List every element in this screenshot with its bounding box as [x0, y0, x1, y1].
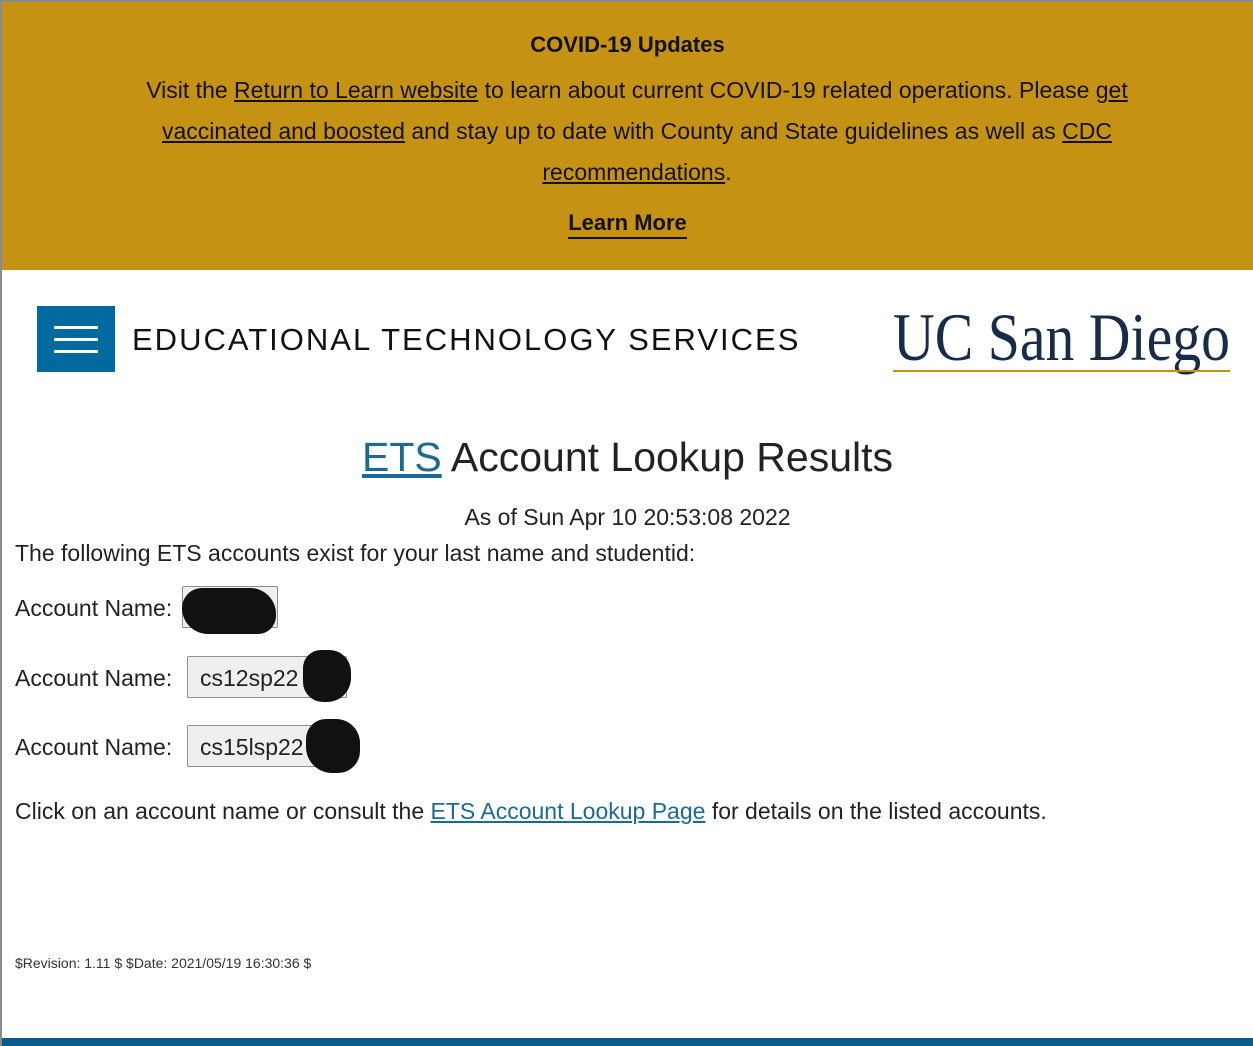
- redaction-mark: [182, 588, 276, 634]
- site-header: EDUCATIONAL TECHNOLOGY SERVICES UC San D…: [2, 270, 1253, 410]
- revision-info: $Revision: 1.11 $ $Date: 2021/05/19 16:3…: [15, 955, 312, 971]
- footer-bar: [2, 1038, 1253, 1046]
- closing-text-part: for details on the listed accounts.: [705, 798, 1047, 824]
- account-row: Account Name: cs12sp22: [15, 650, 375, 702]
- redaction-mark: [306, 719, 360, 773]
- banner-text: Visit the Return to Learn website to lea…: [122, 70, 1152, 193]
- account-value: cs12sp22: [200, 665, 299, 691]
- intro-text: The following ETS accounts exist for you…: [15, 540, 696, 566]
- site-name: EDUCATIONAL TECHNOLOGY SERVICES: [132, 322, 801, 357]
- as-of-timestamp: As of Sun Apr 10 20:53:08 2022: [464, 504, 791, 530]
- closing-text: Click on an account name or consult the …: [15, 798, 1047, 825]
- banner-text-part: Visit the: [146, 77, 235, 103]
- banner-text-part: and stay up to date with County and Stat…: [404, 118, 1063, 144]
- banner-text-part: to learn about current COVID-19 related …: [478, 77, 1096, 103]
- ucsd-logo[interactable]: UC San Diego: [890, 298, 1235, 378]
- logo-text: UC San Diego: [893, 299, 1230, 375]
- account-value: cs15lsp22: [200, 734, 304, 760]
- ets-title-link[interactable]: ETS: [362, 434, 442, 480]
- menu-button[interactable]: [37, 306, 115, 372]
- return-to-learn-link[interactable]: Return to Learn website: [234, 77, 478, 103]
- account-label: Account Name:: [15, 734, 173, 760]
- banner-text-part: .: [725, 159, 732, 185]
- learn-more-link[interactable]: Learn More: [2, 210, 1253, 239]
- redaction-mark: [303, 650, 351, 702]
- account-row: Account Name: cs15lsp22: [15, 719, 375, 773]
- page-title: ETS Account Lookup Results: [2, 434, 1253, 481]
- account-label: Account Name:: [15, 665, 173, 691]
- page-title-text: Account Lookup Results: [441, 434, 894, 480]
- account-label: Account Name:: [15, 595, 173, 621]
- banner-title: COVID-19 Updates: [530, 32, 725, 57]
- page: COVID-19 Updates Visit the Return to Lea…: [0, 0, 1253, 1046]
- ucsd-logo-graphic: UC San Diego: [893, 299, 1230, 375]
- account-row: Account Name:: [15, 586, 315, 634]
- covid-banner: COVID-19 Updates Visit the Return to Lea…: [2, 2, 1253, 270]
- closing-text-part: Click on an account name or consult the: [15, 798, 431, 824]
- learn-more-label: Learn More: [568, 210, 687, 239]
- ets-account-lookup-link[interactable]: ETS Account Lookup Page: [431, 798, 706, 824]
